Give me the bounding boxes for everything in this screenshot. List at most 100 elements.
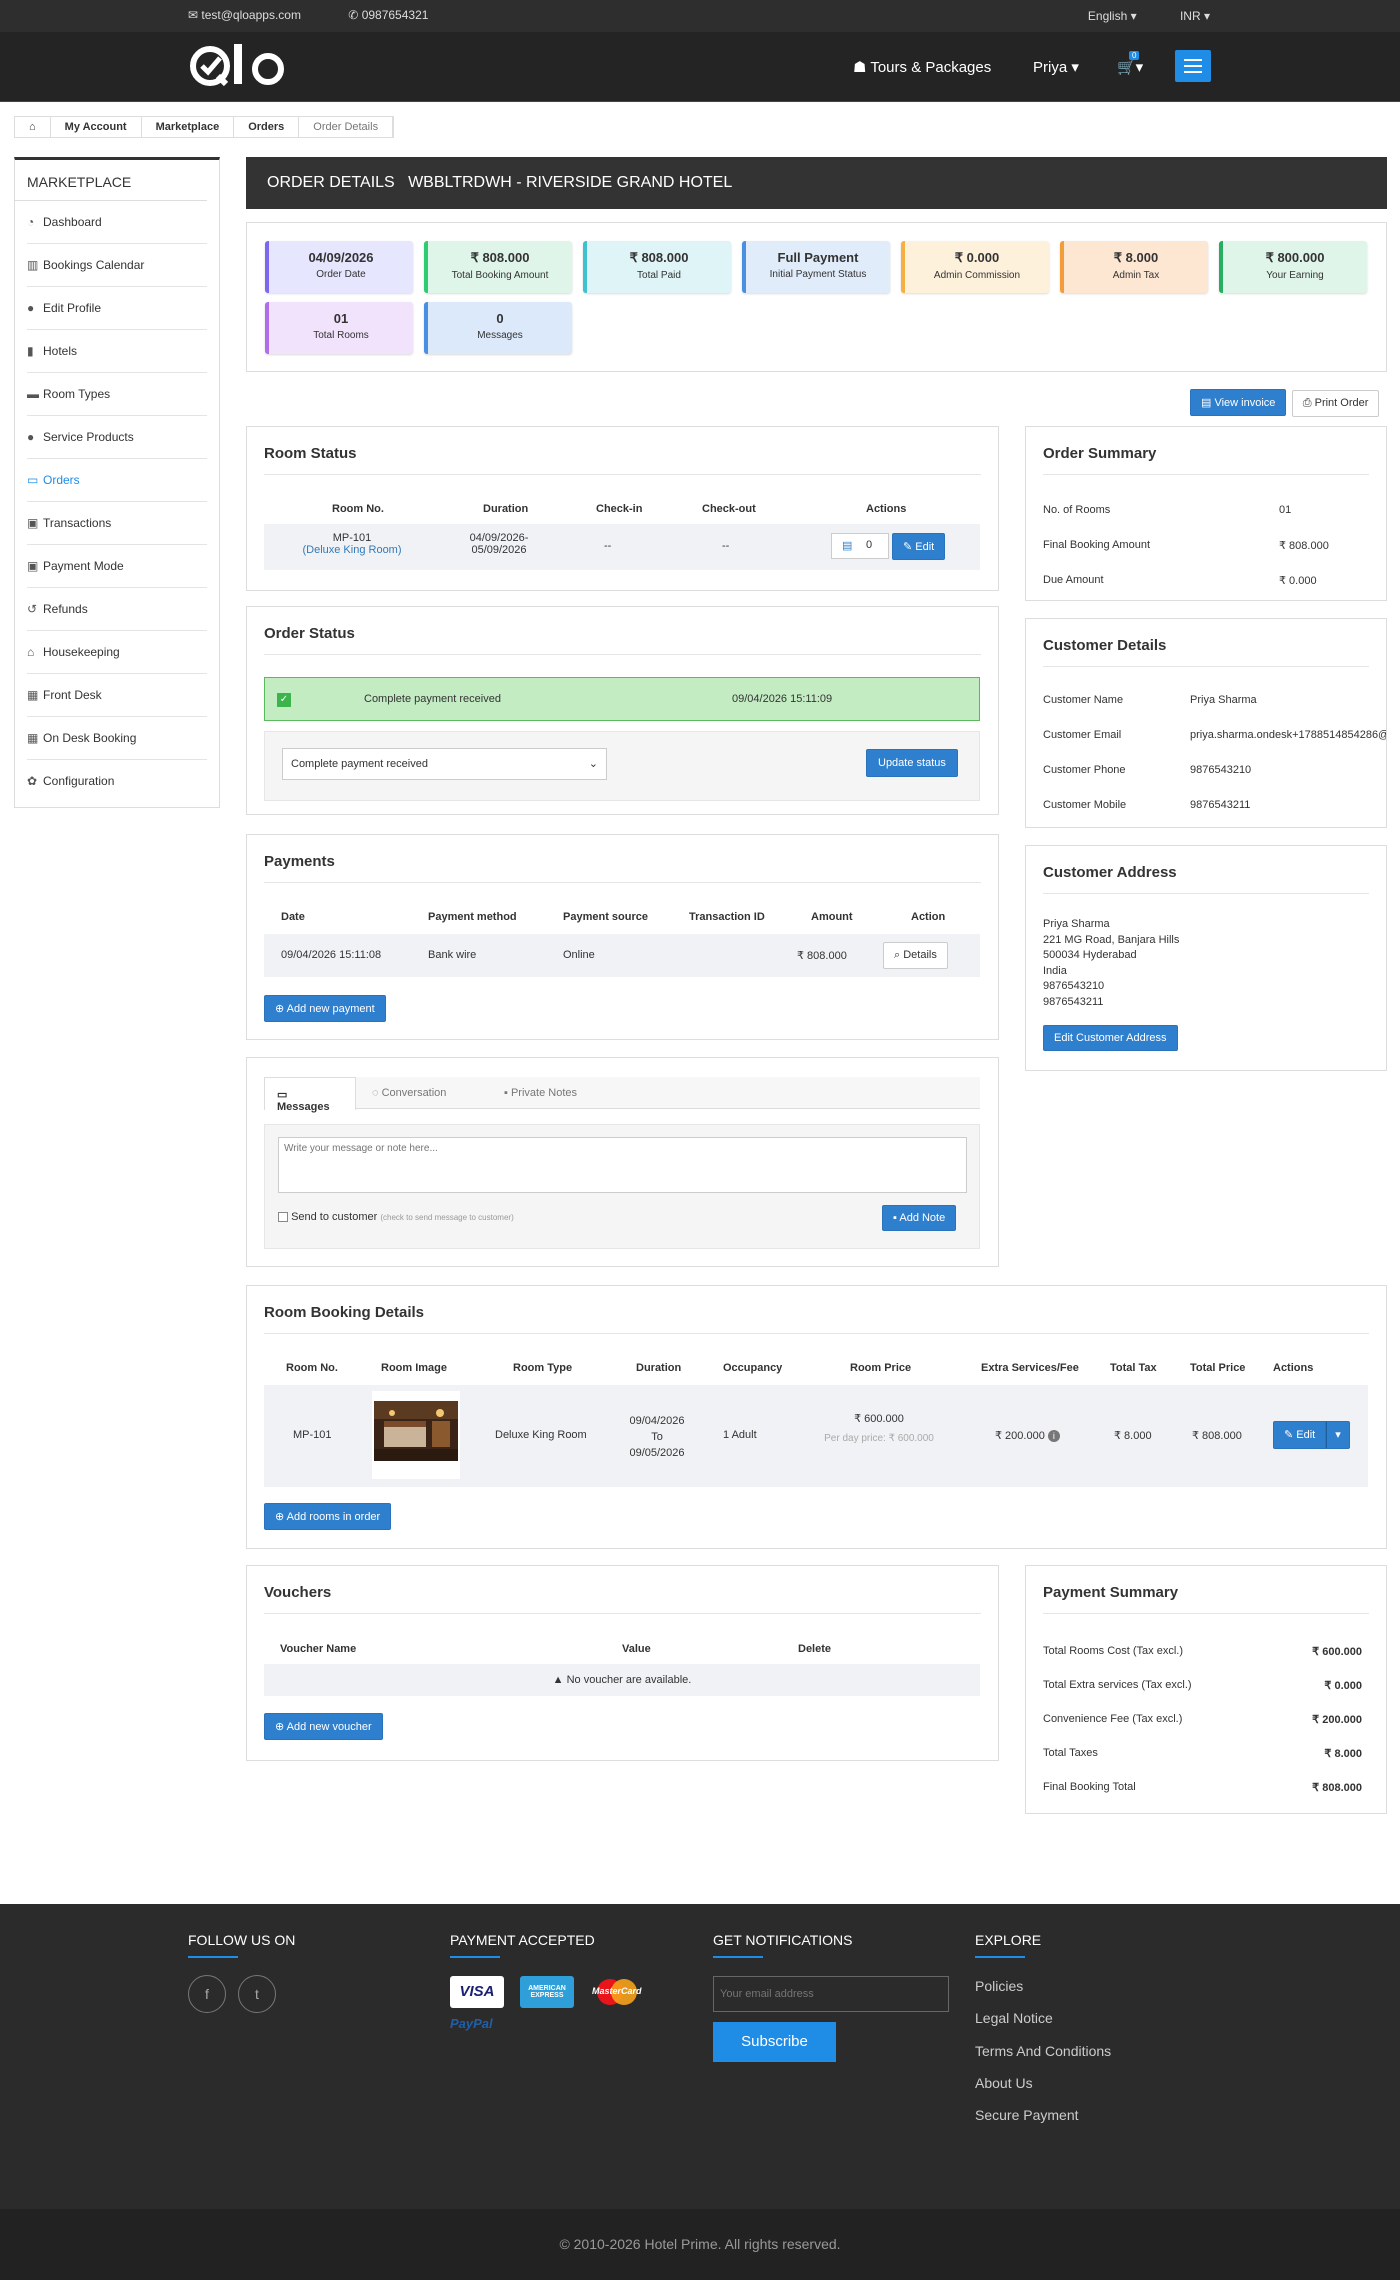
stat-value: ₹ 808.000 [470, 250, 530, 265]
visa-card-icon: VISA [450, 1976, 504, 2008]
summary-label: Customer Mobile [1043, 799, 1127, 811]
col-room-no: Room No. [332, 503, 384, 515]
sidebar-item-housekeeping[interactable]: ⌂ Housekeeping [27, 631, 207, 674]
breadcrumb-orders[interactable]: Orders [234, 117, 300, 137]
col-actions: Actions [866, 503, 907, 515]
message-textarea[interactable] [278, 1137, 967, 1193]
facebook-icon[interactable]: f [188, 1975, 226, 2013]
sidebar-item-configuration[interactable]: ✿ Configuration [27, 760, 207, 803]
summary-value: 9876543210 [1190, 764, 1252, 776]
col-payment-source: Payment source [563, 911, 648, 923]
breadcrumb-marketplace[interactable]: Marketplace [142, 117, 235, 137]
calendar-icon: ▦ [27, 688, 39, 702]
col-total-price: Total Price [1190, 1362, 1246, 1374]
tab-conversation[interactable]: ◌ Conversation [372, 1087, 446, 1099]
stat-label: Initial Payment Status [769, 269, 867, 280]
address-block: Priya Sharma 221 MG Road, Banjara Hills … [1043, 918, 1180, 1008]
cart-button[interactable]: 🛒▾ 0 [1117, 51, 1143, 76]
sidebar-item-refunds[interactable]: ↺ Refunds [27, 588, 207, 631]
sidebar-item-service-products[interactable]: ● Service Products [27, 416, 207, 459]
sidebar-item-orders[interactable]: ▭ Orders [27, 459, 207, 502]
send-to-customer-checkbox[interactable]: Send to customer (check to send message … [278, 1211, 514, 1223]
add-payment-button[interactable]: ⊕ Add new payment [264, 995, 386, 1022]
view-invoice-button[interactable]: ▤ View invoice [1190, 389, 1287, 416]
footer-link-about-us[interactable]: About Us [975, 2075, 1033, 2091]
tab-private-notes[interactable]: ▪ Private Notes [504, 1087, 577, 1099]
user-icon: ● [27, 301, 35, 315]
order-details-header: ORDER DETAILS WBBLTRDWH - RIVERSIDE GRAN… [246, 157, 1387, 209]
copyright: © 2010-2026 Hotel Prime. All rights rese… [0, 2209, 1400, 2280]
check-in-value: -- [604, 540, 612, 552]
col-transaction-id: Transaction ID [689, 911, 765, 923]
language-dropdown[interactable]: English ▾ [1068, 9, 1137, 23]
twitter-icon[interactable]: t [238, 1975, 276, 2013]
site-logo[interactable] [188, 42, 296, 103]
update-status-button[interactable]: Update status [866, 749, 958, 777]
currency-dropdown[interactable]: INR ▾ [1160, 9, 1210, 23]
stat-label: Messages [477, 330, 523, 341]
footer-link-secure-payment[interactable]: Secure Payment [975, 2107, 1079, 2123]
home-icon[interactable]: ⌂ [15, 117, 51, 137]
info-icon[interactable]: i [1047, 1430, 1060, 1442]
summary-label: Total Rooms Cost (Tax excl.) [1043, 1645, 1183, 1657]
sidebar-item-edit-profile[interactable]: ● Edit Profile [27, 287, 207, 330]
subscribe-button[interactable]: Subscribe [713, 2022, 836, 2062]
room-image[interactable] [372, 1391, 460, 1479]
footer-link-terms[interactable]: Terms And Conditions [975, 2043, 1111, 2059]
order-status-select[interactable]: Complete payment received ⌄ [282, 748, 607, 780]
contact-email[interactable]: ✉ test@qloapps.com [188, 8, 323, 22]
sidebar-title: MARKETPLACE [15, 160, 207, 201]
footer-link-policies[interactable]: Policies [975, 1978, 1023, 1994]
bed-icon: ▬ [27, 387, 39, 401]
col-delete: Delete [798, 1643, 832, 1655]
users-icon: ● [27, 430, 35, 444]
newsletter-email-input[interactable] [713, 1976, 949, 2012]
documents-button[interactable]: ▤ 0 [831, 533, 889, 559]
col-value: Value [622, 1643, 651, 1655]
home-icon: ⌂ [27, 645, 35, 659]
customer-address-panel: Customer Address Priya Sharma 221 MG Roa… [1025, 845, 1387, 1071]
print-order-button[interactable]: ⎙ Print Order [1291, 390, 1380, 417]
sidebar-item-bookings-calendar[interactable]: ▥ Bookings Calendar [27, 244, 207, 287]
stat-label: Total Paid [637, 270, 681, 281]
bar-chart-icon: ▥ [27, 258, 39, 272]
chevron-down-icon: ⌄ [588, 758, 598, 770]
footer-explore-heading: EXPLORE [975, 1932, 1042, 1948]
add-note-button[interactable]: ▪ Add Note [882, 1205, 957, 1231]
sidebar-item-room-types[interactable]: ▬ Room Types [27, 373, 207, 416]
summary-label: Due Amount [1043, 574, 1104, 586]
sidebar-item-front-desk[interactable]: ▦ Front Desk [27, 674, 207, 717]
room-status-edit-button[interactable]: ✎ Edit [892, 533, 946, 560]
tab-messages[interactable]: ▭ Messages [264, 1077, 356, 1113]
sidebar-item-transactions[interactable]: ▣ Transactions [27, 502, 207, 545]
table-row: MP-101 Deluxe King Room 09/04/2026 To 09… [264, 1385, 1368, 1487]
stat-card: 0 Messages [424, 302, 572, 354]
col-amount: Amount [811, 911, 853, 923]
booking-dropdown-toggle[interactable]: ▾ [1326, 1421, 1350, 1449]
booking-edit-button[interactable]: ✎ Edit [1273, 1421, 1327, 1449]
summary-value: ₹ 0.000 [1279, 575, 1317, 587]
edit-customer-address-button[interactable]: Edit Customer Address [1043, 1025, 1178, 1051]
sidebar-item-on-desk-booking[interactable]: ▦ On Desk Booking [27, 717, 207, 760]
breadcrumb-my-account[interactable]: My Account [51, 117, 142, 137]
stat-value: 04/09/2026 [308, 250, 374, 265]
customer-details-panel: Customer Details Customer Name Priya Shar… [1025, 618, 1387, 828]
stat-card: ₹ 0.000 Admin Commission [901, 241, 1049, 293]
user-menu[interactable]: Priya ▾ [1033, 58, 1079, 76]
add-rooms-button[interactable]: ⊕ Add rooms in order [264, 1503, 392, 1530]
payment-details-button[interactable]: ⌕ Details [883, 942, 948, 969]
credit-card-icon: ▭ [27, 473, 39, 487]
sidebar-item-payment-mode[interactable]: ▣ Payment Mode [27, 545, 207, 588]
tours-packages-link[interactable]: ☗ Tours & Packages [853, 58, 991, 76]
message-form: Send to customer (check to send message … [264, 1124, 980, 1249]
qlo-logo-icon[interactable] [188, 42, 296, 92]
menu-toggle-button[interactable] [1175, 50, 1211, 82]
sidebar-item-dashboard[interactable]: ◔ Dashboard [27, 201, 207, 244]
footer-link-legal-notice[interactable]: Legal Notice [975, 2010, 1053, 2026]
stat-label: Admin Commission [933, 270, 1021, 281]
room-type-link[interactable]: (Deluxe King Room) [302, 544, 402, 556]
sidebar-item-hotels[interactable]: ▮ Hotels [27, 330, 207, 373]
col-voucher-name: Voucher Name [280, 1643, 357, 1655]
order-stats: 04/09/2026 Order Date ₹ 808.000 Total Booki… [246, 222, 1387, 372]
add-voucher-button[interactable]: ⊕ Add new voucher [264, 1713, 383, 1740]
